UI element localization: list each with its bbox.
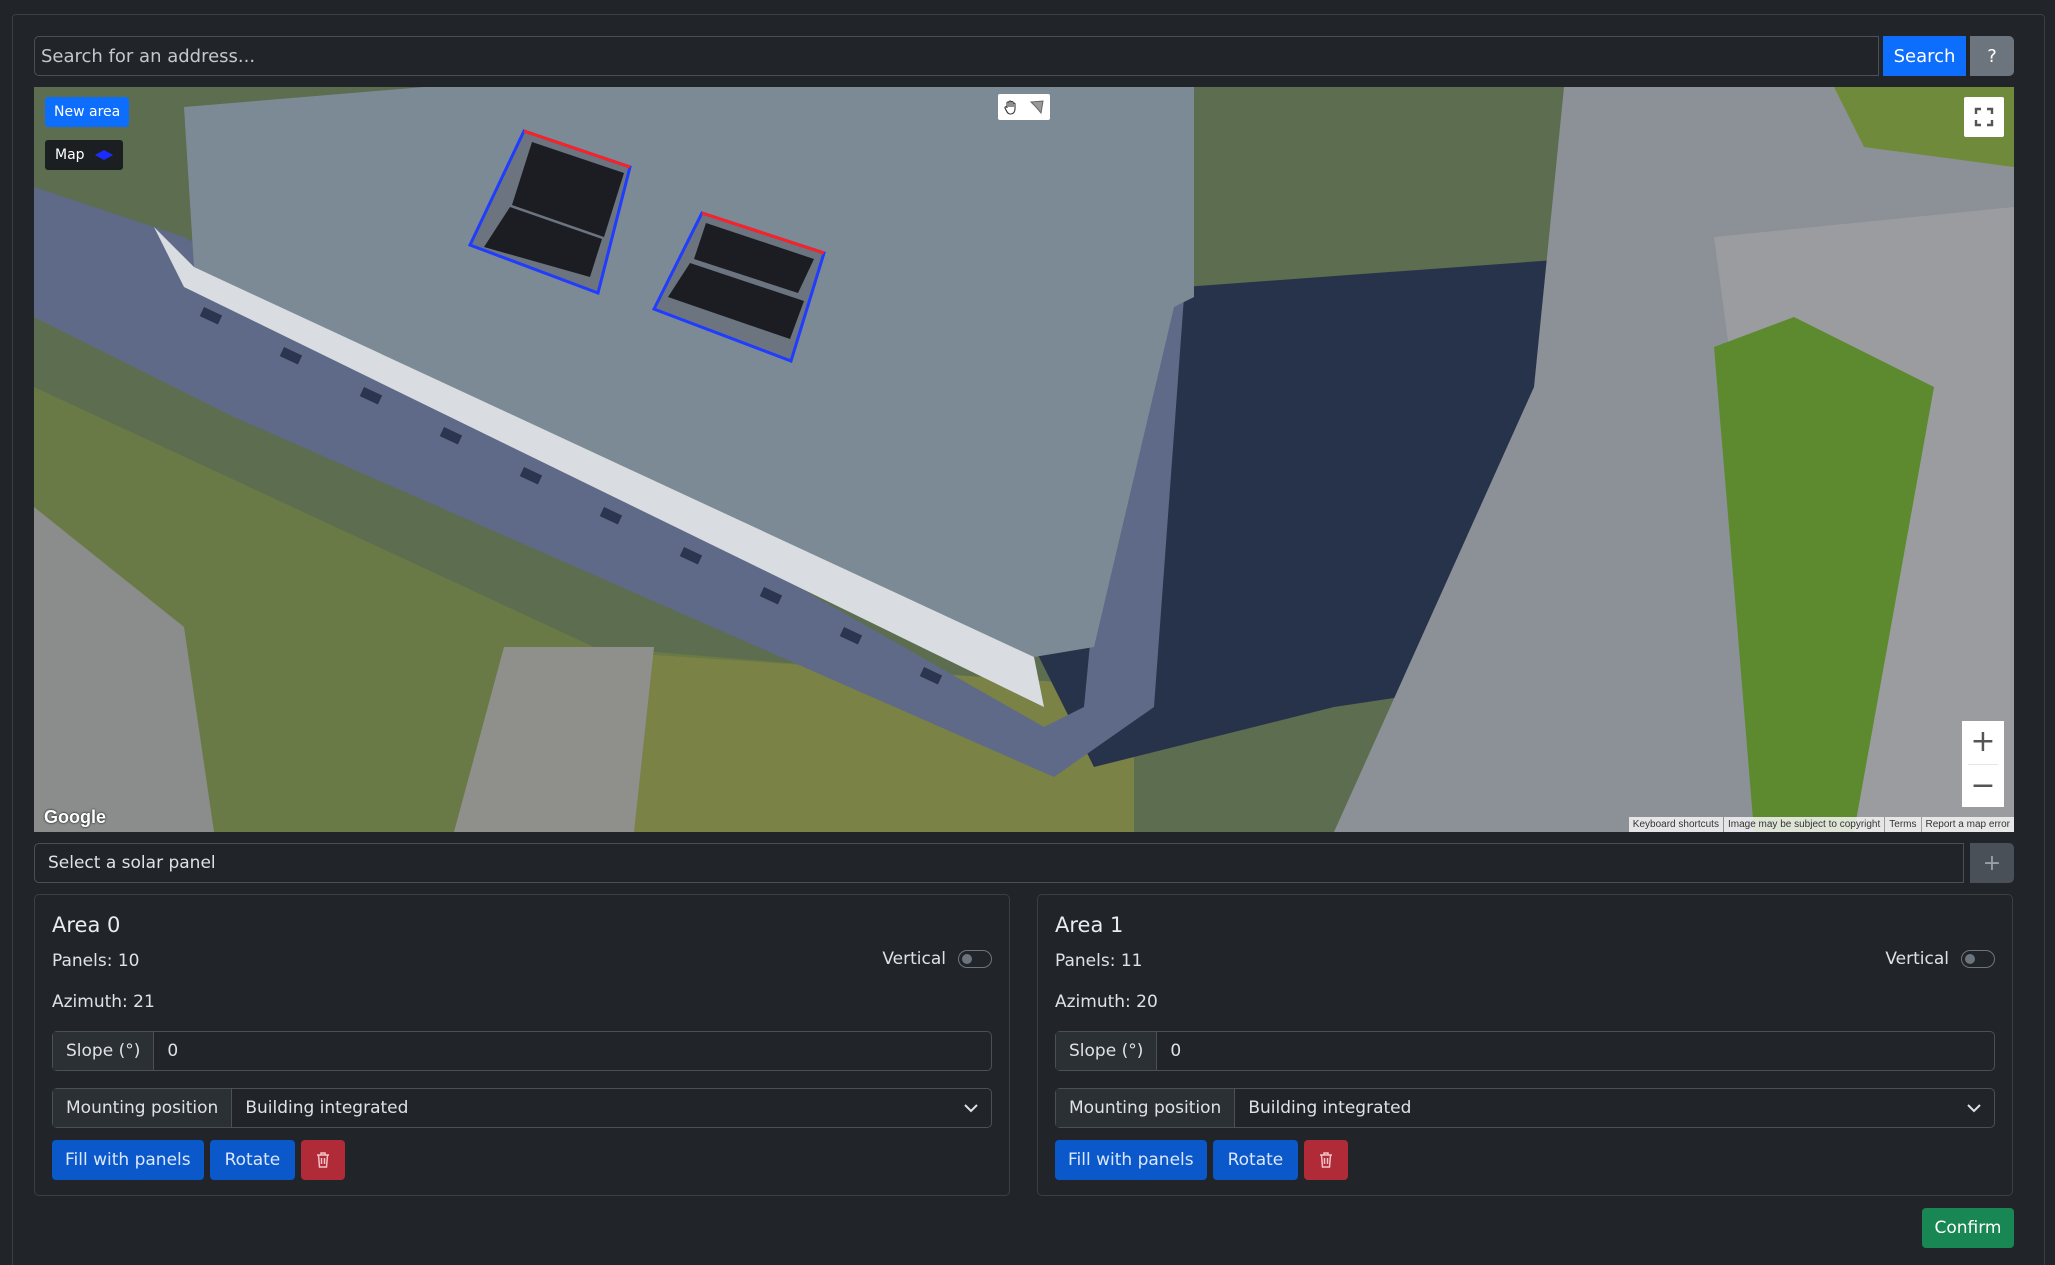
copyright-notice: Image may be subject to copyright [1723, 817, 1885, 832]
address-search-input[interactable] [34, 36, 1879, 76]
mounting-value: Building integrated [245, 1098, 409, 1118]
trash-icon [317, 1152, 330, 1168]
map-attribution: Keyboard shortcuts Image may be subject … [1628, 817, 2014, 832]
area-card-0: Area 0 Panels: 10 Vertical Azimuth: 21 S… [34, 894, 1010, 1196]
draw-tools [998, 94, 1050, 120]
terms-link[interactable]: Terms [1885, 817, 1921, 832]
panels-count: Panels: 11 [1055, 951, 1143, 971]
fill-with-panels-button[interactable]: Fill with panels [1055, 1140, 1207, 1180]
mounting-select[interactable]: Building integrated [232, 1089, 991, 1127]
fill-with-panels-button[interactable]: Fill with panels [52, 1140, 204, 1180]
vertical-toggle-group: Vertical [882, 949, 992, 969]
panels-count: Panels: 10 [52, 951, 140, 971]
rotate-button[interactable]: Rotate [1212, 1140, 1299, 1180]
layer-indicator-icon [94, 150, 113, 160]
satellite-map[interactable]: New area Map + − Google Keyboard shortcu… [34, 87, 2014, 832]
map-layer-label: Map [55, 147, 85, 163]
delete-area-button[interactable] [301, 1140, 346, 1180]
area-card-1: Area 1 Panels: 11 Vertical Azimuth: 20 S… [1037, 894, 2013, 1196]
slope-label: Slope (°) [53, 1032, 155, 1070]
solar-panel-select[interactable]: Select a solar panel [34, 843, 1964, 883]
draw-icon[interactable] [1029, 99, 1045, 115]
new-area-button[interactable]: New area [45, 97, 130, 127]
azimuth-value: Azimuth: 21 [52, 992, 155, 1012]
mounting-input-group: Mounting position Building integrated [1055, 1088, 1995, 1128]
search-bar: Search ? [34, 36, 2014, 76]
map-layer-toggle[interactable]: Map [45, 140, 123, 170]
mounting-input-group: Mounting position Building integrated [52, 1088, 992, 1128]
confirm-button[interactable]: Confirm [1922, 1208, 2014, 1248]
vertical-label: Vertical [1885, 949, 1949, 969]
vertical-toggle-group: Vertical [1885, 949, 1995, 969]
hand-icon[interactable] [1003, 99, 1019, 115]
slope-input[interactable]: 0 [154, 1032, 991, 1070]
keyboard-shortcuts-link[interactable]: Keyboard shortcuts [1628, 817, 1723, 832]
vertical-label: Vertical [882, 949, 946, 969]
google-logo: Google [44, 807, 106, 827]
fullscreen-button[interactable] [1964, 97, 2004, 137]
mounting-value: Building integrated [1248, 1098, 1412, 1118]
area-actions: Fill with panels Rotate [52, 1140, 346, 1180]
slope-label: Slope (°) [1056, 1032, 1158, 1070]
chevron-down-icon [964, 1104, 978, 1113]
zoom-control: + − [1962, 721, 2004, 807]
trash-icon [1320, 1152, 1333, 1168]
rotate-button[interactable]: Rotate [209, 1140, 296, 1180]
azimuth-value: Azimuth: 20 [1055, 992, 1158, 1012]
delete-area-button[interactable] [1304, 1140, 1349, 1180]
solar-panel-selector: Select a solar panel + [34, 843, 2014, 883]
zoom-in-button[interactable]: + [1962, 721, 2004, 764]
mounting-label: Mounting position [53, 1089, 233, 1127]
report-error-link[interactable]: Report a map error [1921, 817, 2014, 832]
slope-input[interactable]: 0 [1157, 1032, 1994, 1070]
vertical-switch[interactable] [1961, 950, 1995, 968]
satellite-imagery [34, 87, 2014, 832]
vertical-switch[interactable] [958, 950, 992, 968]
slope-input-group: Slope (°) 0 [1055, 1031, 1995, 1071]
area-title: Area 1 [1055, 913, 1124, 937]
mounting-label: Mounting position [1056, 1089, 1236, 1127]
help-button[interactable]: ? [1970, 36, 2014, 76]
mounting-select[interactable]: Building integrated [1235, 1089, 1994, 1127]
add-panel-button[interactable]: + [1970, 843, 2014, 883]
zoom-out-button[interactable]: − [1962, 764, 2004, 807]
area-title: Area 0 [52, 913, 121, 937]
chevron-down-icon [1967, 1104, 1981, 1113]
search-button[interactable]: Search [1883, 36, 1966, 76]
slope-input-group: Slope (°) 0 [52, 1031, 992, 1071]
area-actions: Fill with panels Rotate [1055, 1140, 1349, 1180]
fullscreen-icon [1974, 107, 1994, 127]
